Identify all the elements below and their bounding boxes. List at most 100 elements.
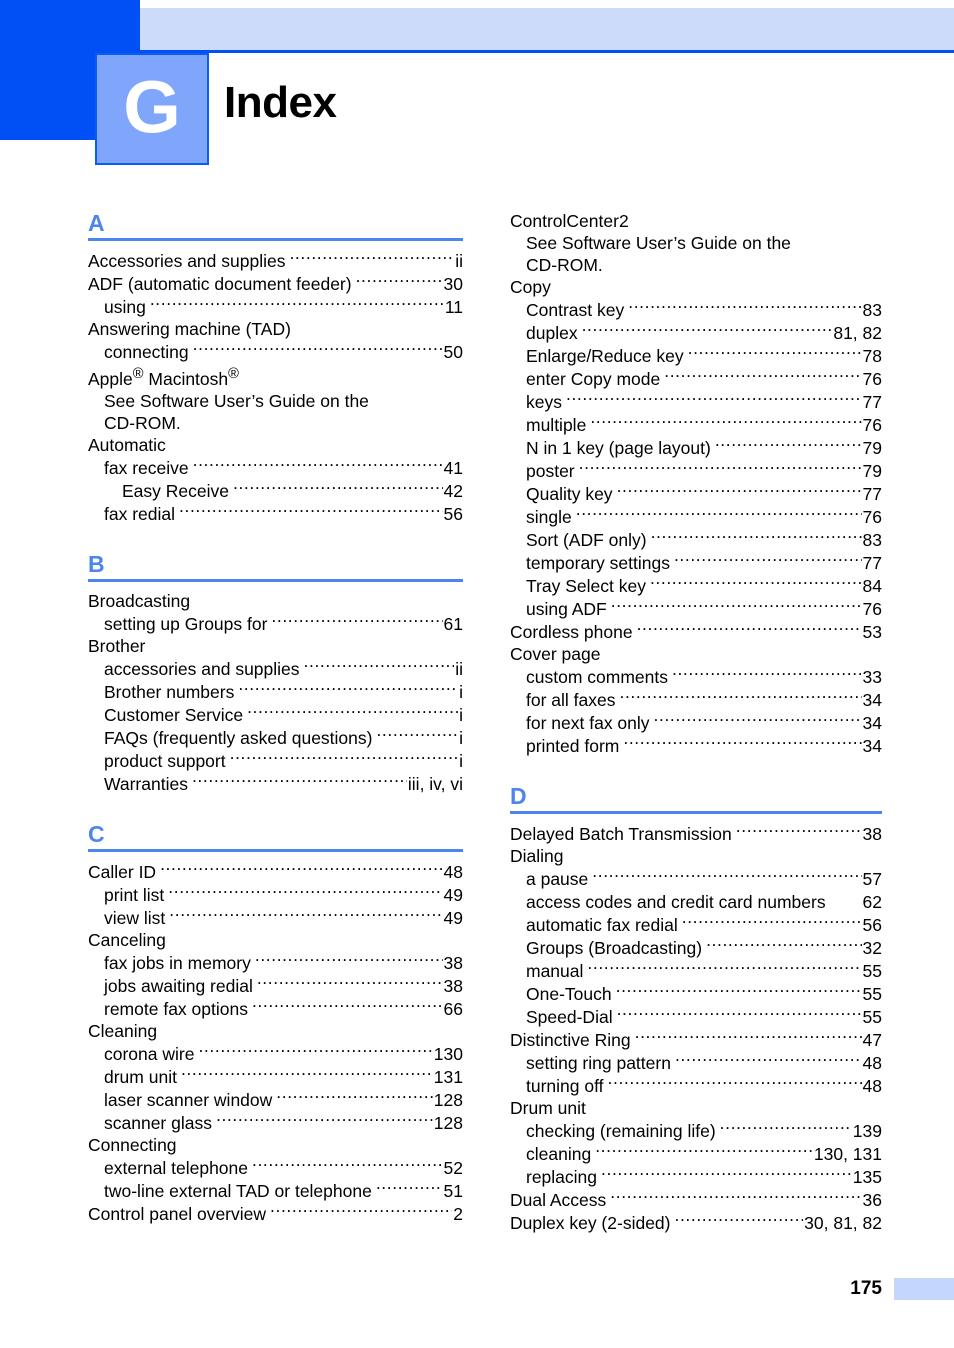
index-entry[interactable]: See Software User’s Guide on the: [510, 232, 882, 254]
index-entry[interactable]: replacing 135: [510, 1165, 882, 1188]
index-entry[interactable]: print list 49: [88, 883, 463, 906]
index-entry[interactable]: Brother numbers i: [88, 680, 463, 703]
index-entry[interactable]: fax jobs in memory 38: [88, 951, 463, 974]
index-entry[interactable]: One-Touch 55: [510, 982, 882, 1005]
index-entry-text: setting ring pattern: [526, 1053, 671, 1073]
index-entry[interactable]: Accessories and supplies ii: [88, 249, 463, 272]
index-entry[interactable]: Contrast key 83: [510, 298, 882, 321]
index-entry[interactable]: laser scanner window 128: [88, 1088, 463, 1111]
index-entry[interactable]: Drum unit: [510, 1097, 882, 1119]
index-entry[interactable]: Broadcasting: [88, 590, 463, 612]
page-title: Index: [224, 78, 337, 127]
index-entry[interactable]: printed form 34: [510, 734, 882, 757]
index-entry-text: See Software User’s Guide on the: [526, 233, 791, 253]
index-entry-leader: [192, 772, 407, 790]
index-entry-leader: [230, 749, 459, 767]
index-entry-text: view list: [104, 907, 166, 928]
index-entry[interactable]: N in 1 key (page layout) 79: [510, 436, 882, 459]
index-entry[interactable]: ADF (automatic document feeder) 30: [88, 272, 463, 295]
index-entry-page: 53: [862, 622, 882, 642]
index-entry-text: printed form: [526, 736, 620, 756]
index-entry[interactable]: ControlCenter2: [510, 210, 882, 232]
index-entry[interactable]: for all faxes 34: [510, 688, 882, 711]
index-entry-leader: [601, 1165, 852, 1183]
index-entry[interactable]: manual 55: [510, 959, 882, 982]
index-entry[interactable]: Answering machine (TAD): [88, 318, 463, 340]
index-entry[interactable]: Speed-Dial 55: [510, 1005, 882, 1028]
index-entry[interactable]: Tray Select key 84: [510, 574, 882, 597]
index-entry[interactable]: Apple® Macintosh®: [88, 363, 463, 390]
index-entry[interactable]: Connecting: [88, 1134, 463, 1156]
index-entry[interactable]: checking (remaining life) 139: [510, 1119, 882, 1142]
index-entry[interactable]: using 11: [88, 295, 463, 318]
index-entry[interactable]: scanner glass 128: [88, 1111, 463, 1134]
index-entry[interactable]: cleaning 130, 131: [510, 1142, 882, 1165]
index-entry[interactable]: turning off 48: [510, 1074, 882, 1097]
index-entry[interactable]: See Software User’s Guide on the: [88, 390, 463, 412]
index-entry[interactable]: fax redial 56: [88, 502, 463, 525]
index-entry-text: Dialing: [510, 846, 564, 866]
index-entry[interactable]: custom comments 33: [510, 665, 882, 688]
index-entry-page: i: [459, 750, 463, 771]
index-entry[interactable]: Quality key 77: [510, 482, 882, 505]
index-entry[interactable]: Cleaning: [88, 1020, 463, 1042]
index-entry[interactable]: remote fax options 66: [88, 997, 463, 1020]
index-entry[interactable]: Duplex key (2-sided) 30, 81, 82: [510, 1211, 882, 1234]
index-entry[interactable]: Cover page: [510, 643, 882, 665]
index-entry[interactable]: multiple 76: [510, 413, 882, 436]
index-entry-page: 48: [443, 861, 463, 882]
index-entry[interactable]: drum unit 131: [88, 1065, 463, 1088]
index-entry[interactable]: automatic fax redial 56: [510, 913, 882, 936]
index-entry[interactable]: enter Copy mode 76: [510, 367, 882, 390]
index-entry[interactable]: Groups (Broadcasting) 32: [510, 936, 882, 959]
index-entry[interactable]: Canceling: [88, 929, 463, 951]
index-entry[interactable]: CD-ROM.: [510, 254, 882, 276]
index-entry[interactable]: Dialing: [510, 845, 882, 867]
index-entry[interactable]: setting up Groups for 61: [88, 612, 463, 635]
index-entry[interactable]: view list 49: [88, 906, 463, 929]
index-entry[interactable]: external telephone 52: [88, 1156, 463, 1179]
index-entry[interactable]: product support i: [88, 749, 463, 772]
index-entry[interactable]: Control panel overview 2: [88, 1202, 463, 1225]
index-entry-text: multiple: [526, 415, 587, 435]
index-entry[interactable]: Brother: [88, 635, 463, 657]
index-entry[interactable]: single 76: [510, 505, 882, 528]
index-entry-page: 83: [862, 300, 882, 320]
index-entry[interactable]: for next fax only 34: [510, 711, 882, 734]
index-entry[interactable]: Enlarge/Reduce key 78: [510, 344, 882, 367]
index-entry-text: product support: [104, 750, 226, 771]
index-entry[interactable]: a pause 57: [510, 867, 882, 890]
index-section: C Caller ID 48 print list 49 view list 49 Cance…: [88, 821, 463, 1225]
index-entry[interactable]: keys 77: [510, 390, 882, 413]
index-entry[interactable]: Sort (ADF only) 83: [510, 528, 882, 551]
index-entry[interactable]: jobs awaiting redial 38: [88, 974, 463, 997]
index-entry[interactable]: Warranties iii, iv, vi: [88, 772, 463, 795]
index-entry-page: 61: [443, 613, 463, 634]
index-entry[interactable]: two-line external TAD or telephone 51: [88, 1179, 463, 1202]
index-entry[interactable]: setting ring pattern 48: [510, 1051, 882, 1074]
index-section: ControlCenter2 See Software User’s Guide …: [510, 210, 882, 757]
index-entry[interactable]: Cordless phone 53: [510, 620, 882, 643]
index-entry[interactable]: corona wire 130: [88, 1042, 463, 1065]
index-entry-text: Cleaning: [88, 1020, 158, 1041]
index-entry-page: 51: [443, 1180, 463, 1201]
index-entry[interactable]: accessories and supplies ii: [88, 657, 463, 680]
index-entry[interactable]: Automatic: [88, 434, 463, 456]
index-entry[interactable]: duplex 81, 82: [510, 321, 882, 344]
index-entry[interactable]: Copy: [510, 276, 882, 298]
index-entry[interactable]: Dual Access 36: [510, 1188, 882, 1211]
index-entry[interactable]: Caller ID 48: [88, 860, 463, 883]
index-entry[interactable]: fax receive 41: [88, 456, 463, 479]
index-entry[interactable]: Customer Service i: [88, 703, 463, 726]
index-entry[interactable]: CD-ROM.: [88, 412, 463, 434]
index-entry[interactable]: FAQs (frequently asked questions) i: [88, 726, 463, 749]
index-entry[interactable]: connecting 50: [88, 340, 463, 363]
index-entry[interactable]: Distinctive Ring 47: [510, 1028, 882, 1051]
index-entry-text: Drum unit: [510, 1098, 586, 1118]
index-entry[interactable]: Easy Receive 42: [88, 479, 463, 502]
index-entry[interactable]: temporary settings 77: [510, 551, 882, 574]
index-entry[interactable]: using ADF 76: [510, 597, 882, 620]
index-entry[interactable]: access codes and credit card numbers 62: [510, 890, 882, 913]
index-entry[interactable]: poster 79: [510, 459, 882, 482]
index-entry[interactable]: Delayed Batch Transmission 38: [510, 822, 882, 845]
